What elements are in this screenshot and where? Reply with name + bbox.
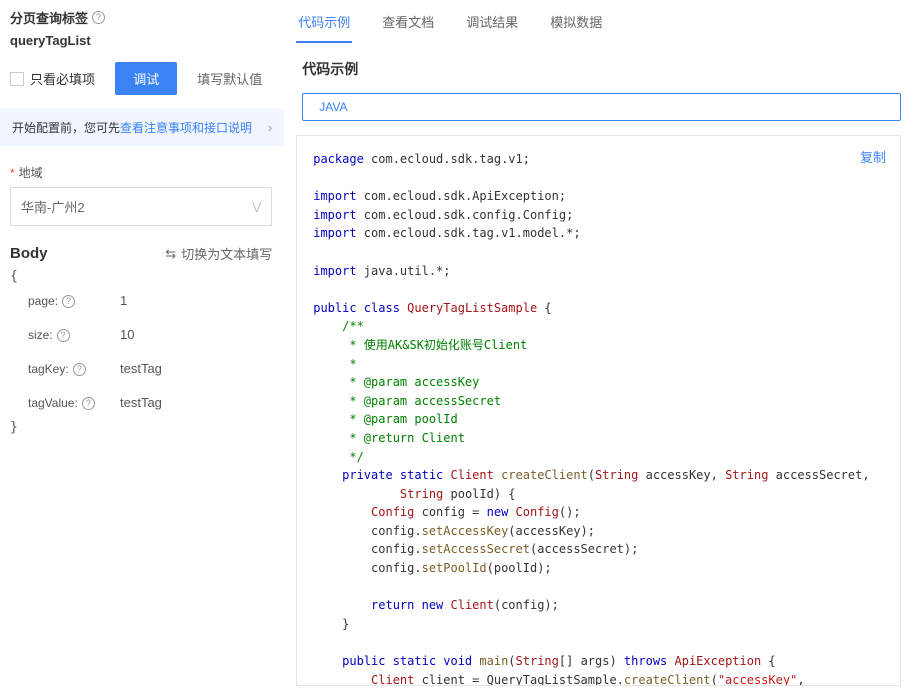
param-tagvalue: tagValue:? (10, 386, 272, 420)
required-mark: * (10, 166, 15, 180)
param-key-tagvalue: tagValue:? (28, 396, 106, 410)
region-value: 华南-广州2 (21, 197, 85, 216)
code-block[interactable]: 复制package com.ecloud.sdk.tag.v1; import … (296, 135, 901, 686)
only-required-checkbox-wrap[interactable]: 只看必填项 (10, 69, 105, 88)
tabs: 代码示例 查看文档 调试结果 模拟数据 (296, 8, 901, 43)
param-key-page: page:? (28, 294, 106, 308)
banner-link[interactable]: 查看注意事项和接口说明 (120, 119, 252, 136)
region-label: * 地域 (10, 164, 272, 181)
tab-mock[interactable]: 模拟数据 (548, 8, 604, 43)
only-required-checkbox[interactable] (10, 72, 24, 86)
right-panel: 代码示例 查看文档 调试结果 模拟数据 代码示例 JAVA 复制package … (284, 0, 913, 694)
banner-prefix: 开始配置前，您可先 (12, 119, 120, 136)
region-select[interactable]: 华南-广州2 ⋁ (10, 187, 272, 226)
lang-tab-java[interactable]: JAVA (302, 93, 901, 121)
left-panel: 分页查询标签 ? queryTagList 只看必填项 调试 填写默认值 开始配… (0, 0, 284, 694)
action-row: 只看必填项 调试 填写默认值 (10, 62, 272, 95)
brace-open: { (10, 269, 272, 284)
param-size: size:? (10, 318, 272, 352)
param-input-tagvalue[interactable] (114, 390, 284, 416)
section-title: 代码示例 (302, 59, 901, 79)
tab-code[interactable]: 代码示例 (296, 8, 352, 43)
info-banner[interactable]: 开始配置前，您可先 查看注意事项和接口说明 › (0, 109, 284, 146)
title-row: 分页查询标签 ? (10, 8, 272, 27)
tab-doc[interactable]: 查看文档 (380, 8, 436, 43)
param-page: page:? (10, 284, 272, 318)
body-title: Body (10, 245, 48, 262)
help-icon[interactable]: ? (73, 363, 86, 376)
param-key-tagkey: tagKey:? (28, 362, 106, 376)
param-input-size[interactable] (114, 322, 284, 348)
chevron-right-icon: › (268, 120, 272, 135)
help-icon[interactable]: ? (62, 295, 75, 308)
switch-to-text-link[interactable]: ⇆ 切换为文本填写 (165, 244, 272, 263)
param-input-page[interactable] (114, 288, 284, 314)
tab-result[interactable]: 调试结果 (464, 8, 520, 43)
region-group: * 地域 华南-广州2 ⋁ (10, 164, 272, 226)
param-key-size: size:? (28, 328, 106, 342)
help-icon[interactable]: ? (57, 329, 70, 342)
help-icon[interactable]: ? (82, 397, 95, 410)
param-input-tagkey[interactable] (114, 356, 284, 382)
help-icon[interactable]: ? (92, 11, 105, 24)
api-name: queryTagList (10, 33, 272, 48)
param-tagkey: tagKey:? (10, 352, 272, 386)
copy-link[interactable]: 复制 (860, 148, 886, 168)
chevron-down-icon: ⋁ (252, 200, 261, 213)
debug-button[interactable]: 调试 (115, 62, 177, 95)
body-header: Body ⇆ 切换为文本填写 (10, 244, 272, 263)
fill-defaults-button[interactable]: 填写默认值 (187, 62, 272, 95)
brace-close: } (10, 420, 272, 435)
switch-icon: ⇆ (165, 246, 176, 262)
page-title: 分页查询标签 (10, 8, 88, 27)
only-required-label: 只看必填项 (30, 69, 95, 88)
